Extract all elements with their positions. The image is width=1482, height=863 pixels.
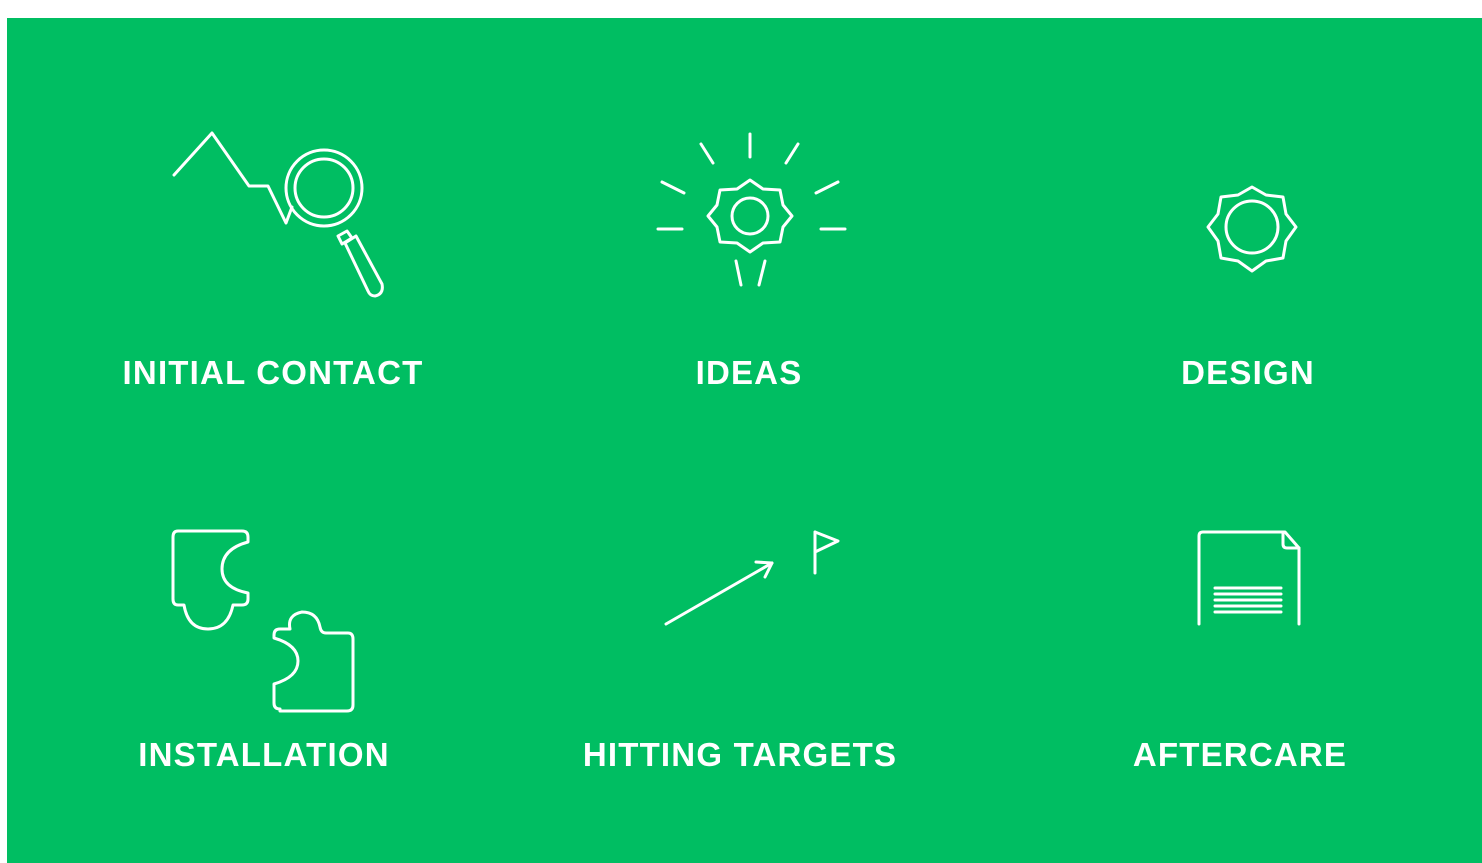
step-label-ideas: IDEAS: [695, 354, 803, 391]
step-label-installation: INSTALLATION: [138, 736, 390, 773]
arrow-flag-icon: [660, 528, 846, 630]
lightbulb-gear-icon: [654, 130, 850, 290]
step-label-initial-contact: INITIAL CONTACT: [122, 354, 424, 391]
step-label-hitting-targets: HITTING TARGETS: [582, 736, 898, 773]
step-label-design: DESIGN: [1181, 354, 1315, 391]
puzzle-pieces-icon: [170, 527, 358, 719]
magnifier-trend-icon: [170, 128, 392, 300]
gear-icon: [1200, 176, 1304, 280]
document-icon: [1195, 528, 1305, 628]
step-label-aftercare: AFTERCARE: [1132, 736, 1348, 773]
